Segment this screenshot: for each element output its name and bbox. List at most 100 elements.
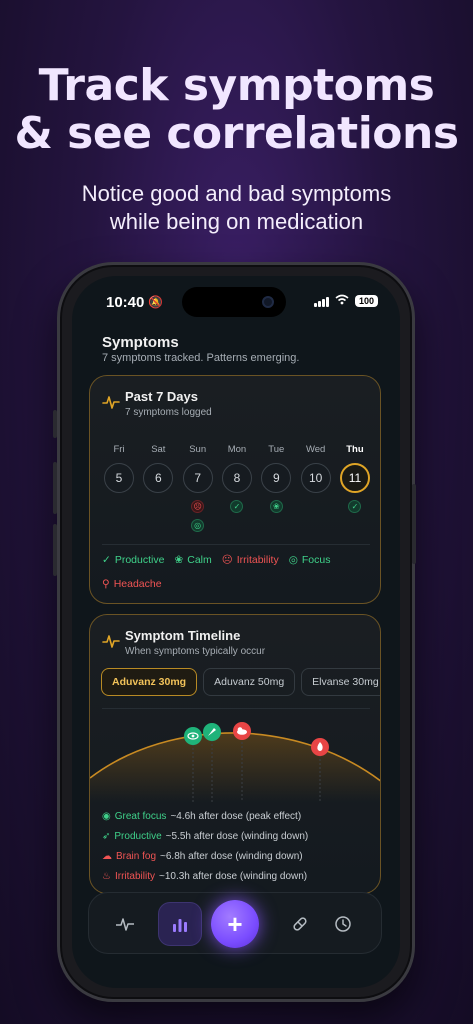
add-symptom-button[interactable]: + (211, 900, 259, 948)
pulse-icon (102, 396, 120, 409)
legend-calm: ❀ Calm (174, 554, 211, 566)
promo-subhead: Notice good and bad symptoms while being… (0, 180, 473, 236)
day-name: Fri (113, 444, 125, 455)
timeline-event: ➶ Productive ~5.5h after dose (winding d… (102, 831, 374, 842)
legend-label: Productive (114, 554, 165, 566)
signal-icon (313, 296, 329, 307)
day-name: Sat (151, 444, 166, 455)
timeline-event: ♨ Irritability ~10.3h after dose (windin… (102, 871, 374, 882)
pulse-icon (116, 918, 134, 931)
event-name: Brain fog (116, 851, 157, 862)
legend-irritability: ☹ Irritability (222, 554, 279, 566)
target-icon: ◎ (288, 554, 298, 566)
legend-label: Focus (301, 554, 331, 566)
day-number[interactable]: 10 (300, 463, 331, 493)
day-number[interactable]: 7 (182, 463, 213, 493)
day-number[interactable]: 6 (143, 463, 174, 493)
divider (102, 708, 370, 709)
page-subtitle: 7 symptoms tracked. Patterns emerging. (102, 352, 300, 364)
eye-icon[interactable] (184, 727, 202, 745)
clock-icon (335, 916, 351, 932)
past-7-days-card: Past 7 Days 7 symptoms logged Fri 5 Sat … (89, 375, 381, 604)
medication-selector: Aduvanz 30mg Aduvanz 50mg Elvanse 30mg (101, 668, 380, 696)
event-name: Irritability (114, 871, 155, 882)
legend-productive: ✓ Productive (102, 554, 164, 566)
phone-volume-up (53, 462, 57, 514)
medication-pill-active[interactable]: Aduvanz 30mg (101, 668, 198, 696)
nav-pulse-button[interactable] (105, 904, 145, 944)
event-detail: ~4.6h after dose (peak effect) (170, 811, 302, 822)
frown-icon: ☹ (221, 554, 233, 566)
cloud-icon[interactable] (233, 722, 251, 740)
divider (102, 544, 370, 545)
pill-icon (293, 917, 307, 931)
promo-subhead-line1: Notice good and bad symptoms (81, 181, 392, 206)
lotus-icon: ❀ (269, 500, 283, 513)
medication-pill[interactable]: Elvanse 30mg (301, 668, 380, 696)
legend-label: Headache (113, 578, 162, 590)
day-column[interactable]: Tue 9 ❀ (261, 444, 292, 532)
effect-curve-chart (90, 722, 380, 802)
check-circle-icon: ✓ (230, 500, 244, 513)
day-column[interactable]: Fri 5 (104, 444, 134, 532)
plus-icon: + (227, 908, 243, 939)
event-detail: ~5.5h after dose (winding down) (165, 831, 309, 842)
medication-pill[interactable]: Aduvanz 50mg (203, 668, 296, 696)
phone-mute-switch (53, 410, 57, 438)
status-indicators: 100 (313, 294, 378, 308)
week-day-strip: Fri 5 Sat 6 Sun 7 ☹ ◎ Mon 8 ✓ Tue 9 ❀ We… (104, 444, 370, 532)
frown-icon: ☹ (191, 500, 205, 513)
event-detail: ~10.3h after dose (winding down) (158, 871, 308, 882)
symptom-legend: ✓ Productive ❀ Calm ☹ Irritability ◎ Foc… (102, 554, 372, 590)
cloud-icon: ☁ (102, 851, 112, 862)
rocket-icon[interactable] (203, 723, 221, 741)
day-number[interactable]: 8 (221, 463, 252, 493)
timeline-event: ☁ Brain fog ~6.8h after dose (winding do… (102, 851, 374, 862)
bell-slash-icon: 🔕 (148, 295, 163, 309)
day-column[interactable]: Sun 7 ☹ ◎ (182, 444, 213, 532)
event-name: Great focus (114, 811, 167, 822)
day-column[interactable]: Wed 10 (300, 444, 331, 532)
rocket-icon: ➶ (102, 831, 111, 842)
wifi-icon (335, 294, 349, 308)
bar-chart-icon (173, 919, 187, 932)
target-icon: ◎ (191, 519, 205, 532)
promo-headline: Track symptoms & see correlations (0, 62, 473, 158)
flame-icon[interactable] (311, 738, 329, 756)
camera-icon (262, 296, 274, 308)
day-name: Tue (268, 444, 285, 455)
legend-focus: ◎ Focus (289, 554, 331, 566)
pulse-icon (102, 635, 120, 648)
day-column-today[interactable]: Thu 11 ✓ (339, 444, 370, 532)
lotus-icon: ❀ (174, 554, 184, 566)
promo-headline-line1: Track symptoms (38, 60, 435, 111)
event-name: Productive (114, 831, 162, 842)
past-7-days-subtitle: 7 symptoms logged (125, 407, 212, 418)
battery-indicator: 100 (354, 295, 378, 307)
day-name-today: Thu (346, 444, 364, 455)
day-column[interactable]: Mon 8 ✓ (221, 444, 252, 532)
nav-history-button[interactable] (323, 904, 363, 944)
promo-subhead-line2: while being on medication (109, 209, 364, 234)
timeline-subtitle: When symptoms typically occur (125, 646, 266, 657)
day-number[interactable]: 9 (261, 463, 292, 493)
event-detail: ~6.8h after dose (winding down) (160, 851, 303, 862)
symptom-timeline-card: Symptom Timeline When symptoms typically… (89, 614, 381, 894)
nav-stats-button[interactable] (158, 902, 202, 946)
phone-volume-down (53, 524, 57, 576)
day-column[interactable]: Sat 6 (143, 444, 174, 532)
flame-icon: ♨ (102, 871, 111, 882)
nav-medication-button[interactable] (280, 904, 320, 944)
day-number-today[interactable]: 11 (339, 463, 370, 493)
pin-icon: ⚲ (102, 578, 110, 590)
effect-curve-fill (90, 732, 380, 802)
timeline-event-list: ◉ Great focus ~4.6h after dose (peak eff… (102, 811, 374, 882)
app-screen: 10:40 🔕 100 Symptoms 7 symptoms tracked.… (72, 276, 400, 988)
phone-power-button (412, 484, 416, 564)
day-number[interactable]: 5 (104, 463, 134, 493)
check-circle-icon: ✓ (348, 500, 362, 513)
timeline-event: ◉ Great focus ~4.6h after dose (peak eff… (102, 811, 374, 822)
day-name: Mon (227, 444, 247, 455)
eye-icon: ◉ (102, 811, 111, 822)
promo-headline-line2: & see correlations (14, 108, 459, 159)
